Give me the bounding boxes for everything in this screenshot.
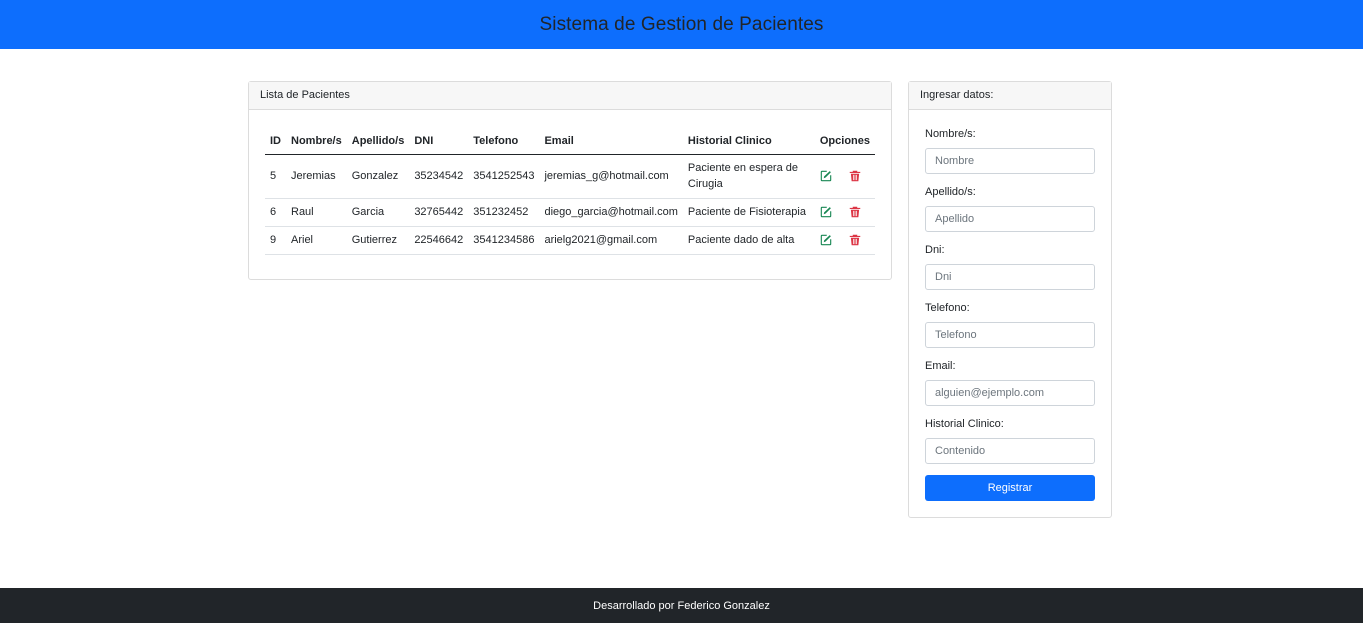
historial-input[interactable]	[925, 438, 1095, 464]
patient-form: Nombre/s: Apellido/s: Dni: Telefono: Ema…	[925, 127, 1096, 501]
cell-id: 5	[265, 154, 286, 199]
form-group-historial: Historial Clinico:	[925, 417, 1096, 464]
patients-list-title: Lista de Pacientes	[249, 82, 891, 110]
edit-icon[interactable]	[820, 206, 832, 218]
cell-telefono: 3541234586	[468, 226, 540, 255]
column-header-dni: DNI	[409, 128, 469, 155]
email-input[interactable]	[925, 380, 1095, 406]
telefono-input[interactable]	[925, 322, 1095, 348]
cell-historial: Paciente dado de alta	[682, 226, 815, 255]
email-label: Email:	[925, 360, 956, 372]
apellido-label: Apellido/s:	[925, 186, 976, 198]
nombre-label: Nombre/s:	[925, 128, 976, 140]
cell-id: 9	[265, 226, 286, 255]
cell-dni: 22546642	[409, 226, 469, 255]
cell-apellido: Garcia	[346, 198, 410, 227]
edit-icon[interactable]	[820, 234, 832, 246]
apellido-input[interactable]	[925, 206, 1095, 232]
cell-email: diego_garcia@hotmail.com	[539, 198, 683, 227]
dni-input[interactable]	[925, 264, 1095, 290]
cell-historial: Paciente en espera de Cirugia	[682, 154, 815, 199]
patients-list-card: Lista de Pacientes ID Nombre/s Apellido/…	[248, 81, 892, 280]
cell-apellido: Gutierrez	[346, 226, 410, 255]
footer-credit: Desarrollado por Federico Gonzalez	[593, 599, 770, 612]
register-button[interactable]: Registrar	[925, 475, 1095, 501]
historial-label: Historial Clinico:	[925, 418, 1004, 430]
form-group-telefono: Telefono:	[925, 301, 1096, 348]
form-group-nombre: Nombre/s:	[925, 127, 1096, 174]
patient-form-card: Ingresar datos: Nombre/s: Apellido/s: Dn…	[908, 81, 1112, 518]
form-group-dni: Dni:	[925, 243, 1096, 290]
cell-email: jeremias_g@hotmail.com	[539, 154, 683, 199]
trash-icon[interactable]	[849, 206, 861, 218]
cell-historial: Paciente de Fisioterapia	[682, 198, 815, 227]
table-row: 6 Raul Garcia 32765442 351232452 diego_g…	[265, 198, 875, 227]
page-title: Sistema de Gestion de Pacientes	[539, 13, 824, 35]
cell-email: arielg2021@gmail.com	[539, 226, 683, 255]
patients-table: ID Nombre/s Apellido/s DNI Telefono Emai…	[265, 128, 875, 255]
cell-opciones	[814, 154, 875, 199]
trash-icon[interactable]	[849, 234, 861, 246]
cell-nombre: Jeremias	[286, 154, 347, 199]
edit-icon[interactable]	[820, 170, 832, 182]
cell-id: 6	[265, 198, 286, 227]
app-footer: Desarrollado por Federico Gonzalez	[0, 588, 1363, 623]
column-header-telefono: Telefono	[468, 128, 540, 155]
table-row: 9 Ariel Gutierrez 22546642 3541234586 ar…	[265, 226, 875, 255]
column-header-apellido: Apellido/s	[346, 128, 410, 155]
column-header-opciones: Opciones	[814, 128, 875, 155]
cell-opciones	[814, 198, 875, 227]
table-row: 5 Jeremias Gonzalez 35234542 3541252543 …	[265, 154, 875, 199]
cell-opciones	[814, 226, 875, 255]
cell-telefono: 3541252543	[468, 154, 540, 199]
app-header: Sistema de Gestion de Pacientes	[0, 0, 1363, 49]
telefono-label: Telefono:	[925, 302, 970, 314]
column-header-id: ID	[265, 128, 286, 155]
trash-icon[interactable]	[849, 170, 861, 182]
cell-apellido: Gonzalez	[346, 154, 410, 199]
column-header-email: Email	[539, 128, 683, 155]
column-header-nombre: Nombre/s	[286, 128, 347, 155]
form-group-apellido: Apellido/s:	[925, 185, 1096, 232]
patient-form-title: Ingresar datos:	[909, 82, 1111, 110]
column-header-historial: Historial Clinico	[682, 128, 815, 155]
cell-dni: 35234542	[409, 154, 469, 199]
cell-nombre: Ariel	[286, 226, 347, 255]
cell-telefono: 351232452	[468, 198, 540, 227]
nombre-input[interactable]	[925, 148, 1095, 174]
cell-nombre: Raul	[286, 198, 347, 227]
dni-label: Dni:	[925, 244, 945, 256]
form-group-email: Email:	[925, 359, 1096, 406]
cell-dni: 32765442	[409, 198, 469, 227]
table-header-row: ID Nombre/s Apellido/s DNI Telefono Emai…	[265, 128, 875, 155]
